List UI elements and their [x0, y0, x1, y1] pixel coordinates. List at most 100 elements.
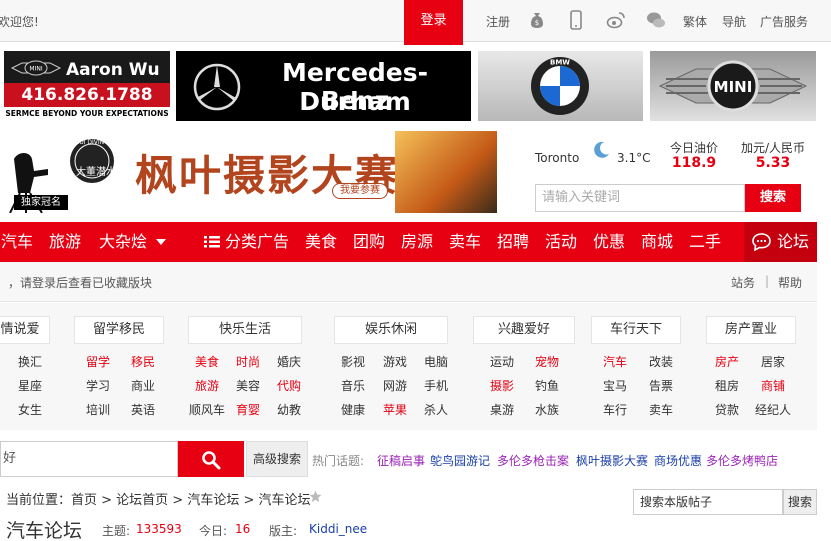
money-bag-icon[interactable]: $: [527, 10, 547, 30]
wechat-icon[interactable]: [646, 10, 666, 30]
link-sell-car[interactable]: 卖车: [649, 401, 673, 418]
link-phones[interactable]: 手机: [424, 377, 448, 394]
link-business[interactable]: 商业: [131, 377, 155, 394]
link-study-abroad[interactable]: 留学: [86, 353, 110, 370]
link-exchange[interactable]: 换汇: [18, 353, 42, 370]
star-icon[interactable]: [309, 490, 322, 503]
nav-link[interactable]: 导航: [722, 13, 746, 30]
traditional-link[interactable]: 繁体: [683, 13, 707, 30]
link-bmw[interactable]: 宝马: [603, 377, 627, 394]
link-games[interactable]: 游戏: [383, 353, 407, 370]
link-food[interactable]: 美食: [195, 353, 219, 370]
link-wedding[interactable]: 婚庆: [277, 353, 301, 370]
nav-item-food[interactable]: 美食: [305, 222, 337, 262]
chevron-down-icon[interactable]: [155, 238, 167, 246]
login-button[interactable]: 登录: [404, 0, 463, 45]
weibo-icon[interactable]: [606, 10, 626, 30]
link-mafia-game[interactable]: 杀人: [424, 401, 448, 418]
link-computers[interactable]: 电脑: [424, 353, 448, 370]
nav-item-cars[interactable]: 汽车: [1, 222, 33, 262]
nav-item-forum[interactable]: 论坛: [744, 222, 817, 262]
link-horoscope[interactable]: 星座: [18, 377, 42, 394]
link-board-games[interactable]: 桌游: [490, 401, 514, 418]
forum-search-button[interactable]: [178, 441, 244, 477]
site-search-input[interactable]: 请输入关键词: [535, 184, 745, 212]
nav-item-housing[interactable]: 房源: [401, 222, 433, 262]
bmw-banner[interactable]: BMW: [478, 51, 643, 121]
link-aquarium[interactable]: 水族: [535, 401, 559, 418]
site-affairs-link[interactable]: 站务: [731, 274, 755, 291]
link-english[interactable]: 英语: [131, 401, 155, 418]
link-cars[interactable]: 汽车: [603, 353, 627, 370]
link-apple[interactable]: 苹果: [383, 401, 407, 418]
board-search-input[interactable]: 搜索本版帖子: [633, 489, 783, 515]
category-cars[interactable]: 车行天下: [591, 316, 681, 344]
hot-topic-link[interactable]: 鸵鸟园游记: [430, 452, 490, 469]
link-fishing[interactable]: 钓鱼: [535, 377, 559, 394]
nav-item-classifieds[interactable]: 分类广告: [225, 222, 289, 262]
link-travel[interactable]: 旅游: [195, 377, 219, 394]
category-entertainment[interactable]: 娱乐休闲: [334, 316, 448, 344]
hot-topic-link[interactable]: 征稿启事: [377, 452, 425, 469]
mobile-icon[interactable]: [566, 10, 586, 30]
link-fashion[interactable]: 时尚: [236, 353, 260, 370]
nav-item-sell-car[interactable]: 卖车: [449, 222, 481, 262]
link-early-education[interactable]: 幼教: [277, 401, 301, 418]
link-property[interactable]: 房产: [715, 353, 739, 370]
link-rideshare[interactable]: 顺风车: [189, 401, 225, 418]
nav-item-secondhand[interactable]: 二手: [689, 222, 721, 262]
mini-banner[interactable]: MINI: [650, 51, 816, 121]
nav-item-events[interactable]: 活动: [545, 222, 577, 262]
link-modification[interactable]: 改装: [649, 353, 673, 370]
link-immigration[interactable]: 移民: [131, 353, 155, 370]
advanced-search-button[interactable]: 高级搜索: [246, 441, 308, 477]
hot-topic-link[interactable]: 多伦多枪击案: [497, 452, 569, 469]
link-online-games[interactable]: 网游: [383, 377, 407, 394]
hot-topic-link[interactable]: 多伦多烤鸭店: [706, 452, 778, 469]
ad-service-link[interactable]: 广告服务: [760, 13, 808, 30]
link-movies[interactable]: 影视: [341, 353, 365, 370]
help-link[interactable]: 帮助: [778, 274, 802, 291]
link-dealers[interactable]: 车行: [603, 401, 627, 418]
hot-topic-link[interactable]: 商场优惠: [654, 452, 702, 469]
link-pets[interactable]: 宠物: [535, 353, 559, 370]
link-broker[interactable]: 经纪人: [755, 401, 791, 418]
link-rental[interactable]: 租房: [715, 377, 739, 394]
photo-contest-banner[interactable]: RUI DIVING 大董 潜水 独家冠名 枫叶摄影大赛 我要参赛: [0, 131, 497, 213]
link-girls[interactable]: 女生: [18, 401, 42, 418]
nav-item-mall[interactable]: 商城: [641, 222, 673, 262]
link-learning[interactable]: 学习: [86, 377, 110, 394]
category-hobbies[interactable]: 兴趣爱好: [473, 316, 575, 344]
link-sports[interactable]: 运动: [490, 353, 514, 370]
link-parenting[interactable]: 育婴: [236, 401, 260, 418]
register-link[interactable]: 注册: [486, 13, 510, 30]
aaron-wu-banner[interactable]: MINI Aaron Wu 416.826.1788 SERMCE BEYOND…: [4, 51, 170, 121]
category-study-immigration[interactable]: 留学移民: [74, 316, 164, 344]
link-home[interactable]: 居家: [761, 353, 785, 370]
board-search-button[interactable]: 搜索: [783, 489, 817, 515]
nav-item-jobs[interactable]: 招聘: [497, 222, 529, 262]
link-purchasing-agent[interactable]: 代购: [277, 377, 301, 394]
mercedes-durham-banner[interactable]: Mercedes-Benz Durham: [176, 51, 471, 121]
link-tickets[interactable]: 告票: [649, 377, 673, 394]
link-health[interactable]: 健康: [341, 401, 365, 418]
nav-item-travel[interactable]: 旅游: [49, 222, 81, 262]
nav-item-misc[interactable]: 大杂烩: [99, 222, 147, 262]
link-music[interactable]: 音乐: [341, 377, 365, 394]
category-happy-life[interactable]: 快乐生活: [188, 316, 302, 344]
hot-topic-link[interactable]: 枫叶摄影大赛: [576, 452, 648, 469]
nav-item-deals[interactable]: 优惠: [593, 222, 625, 262]
moderator-link[interactable]: Kiddi_nee: [309, 522, 367, 536]
join-contest-button[interactable]: 我要参赛: [332, 183, 388, 199]
link-loans[interactable]: 贷款: [715, 401, 739, 418]
category-dating[interactable]: 情说爱: [0, 316, 50, 344]
link-photography[interactable]: 摄影: [490, 377, 514, 394]
link-training[interactable]: 培训: [86, 401, 110, 418]
forum-search-input[interactable]: 好: [0, 441, 178, 477]
category-real-estate[interactable]: 房产置业: [706, 316, 796, 344]
nav-item-group-buy[interactable]: 团购: [353, 222, 385, 262]
breadcrumb[interactable]: 当前位置：首页 > 论坛首页 > 汽车论坛 > 汽车论坛: [6, 489, 310, 508]
link-beauty[interactable]: 美容: [236, 377, 260, 394]
site-search-button[interactable]: 搜索: [745, 184, 801, 212]
link-storefront[interactable]: 商铺: [761, 377, 785, 394]
